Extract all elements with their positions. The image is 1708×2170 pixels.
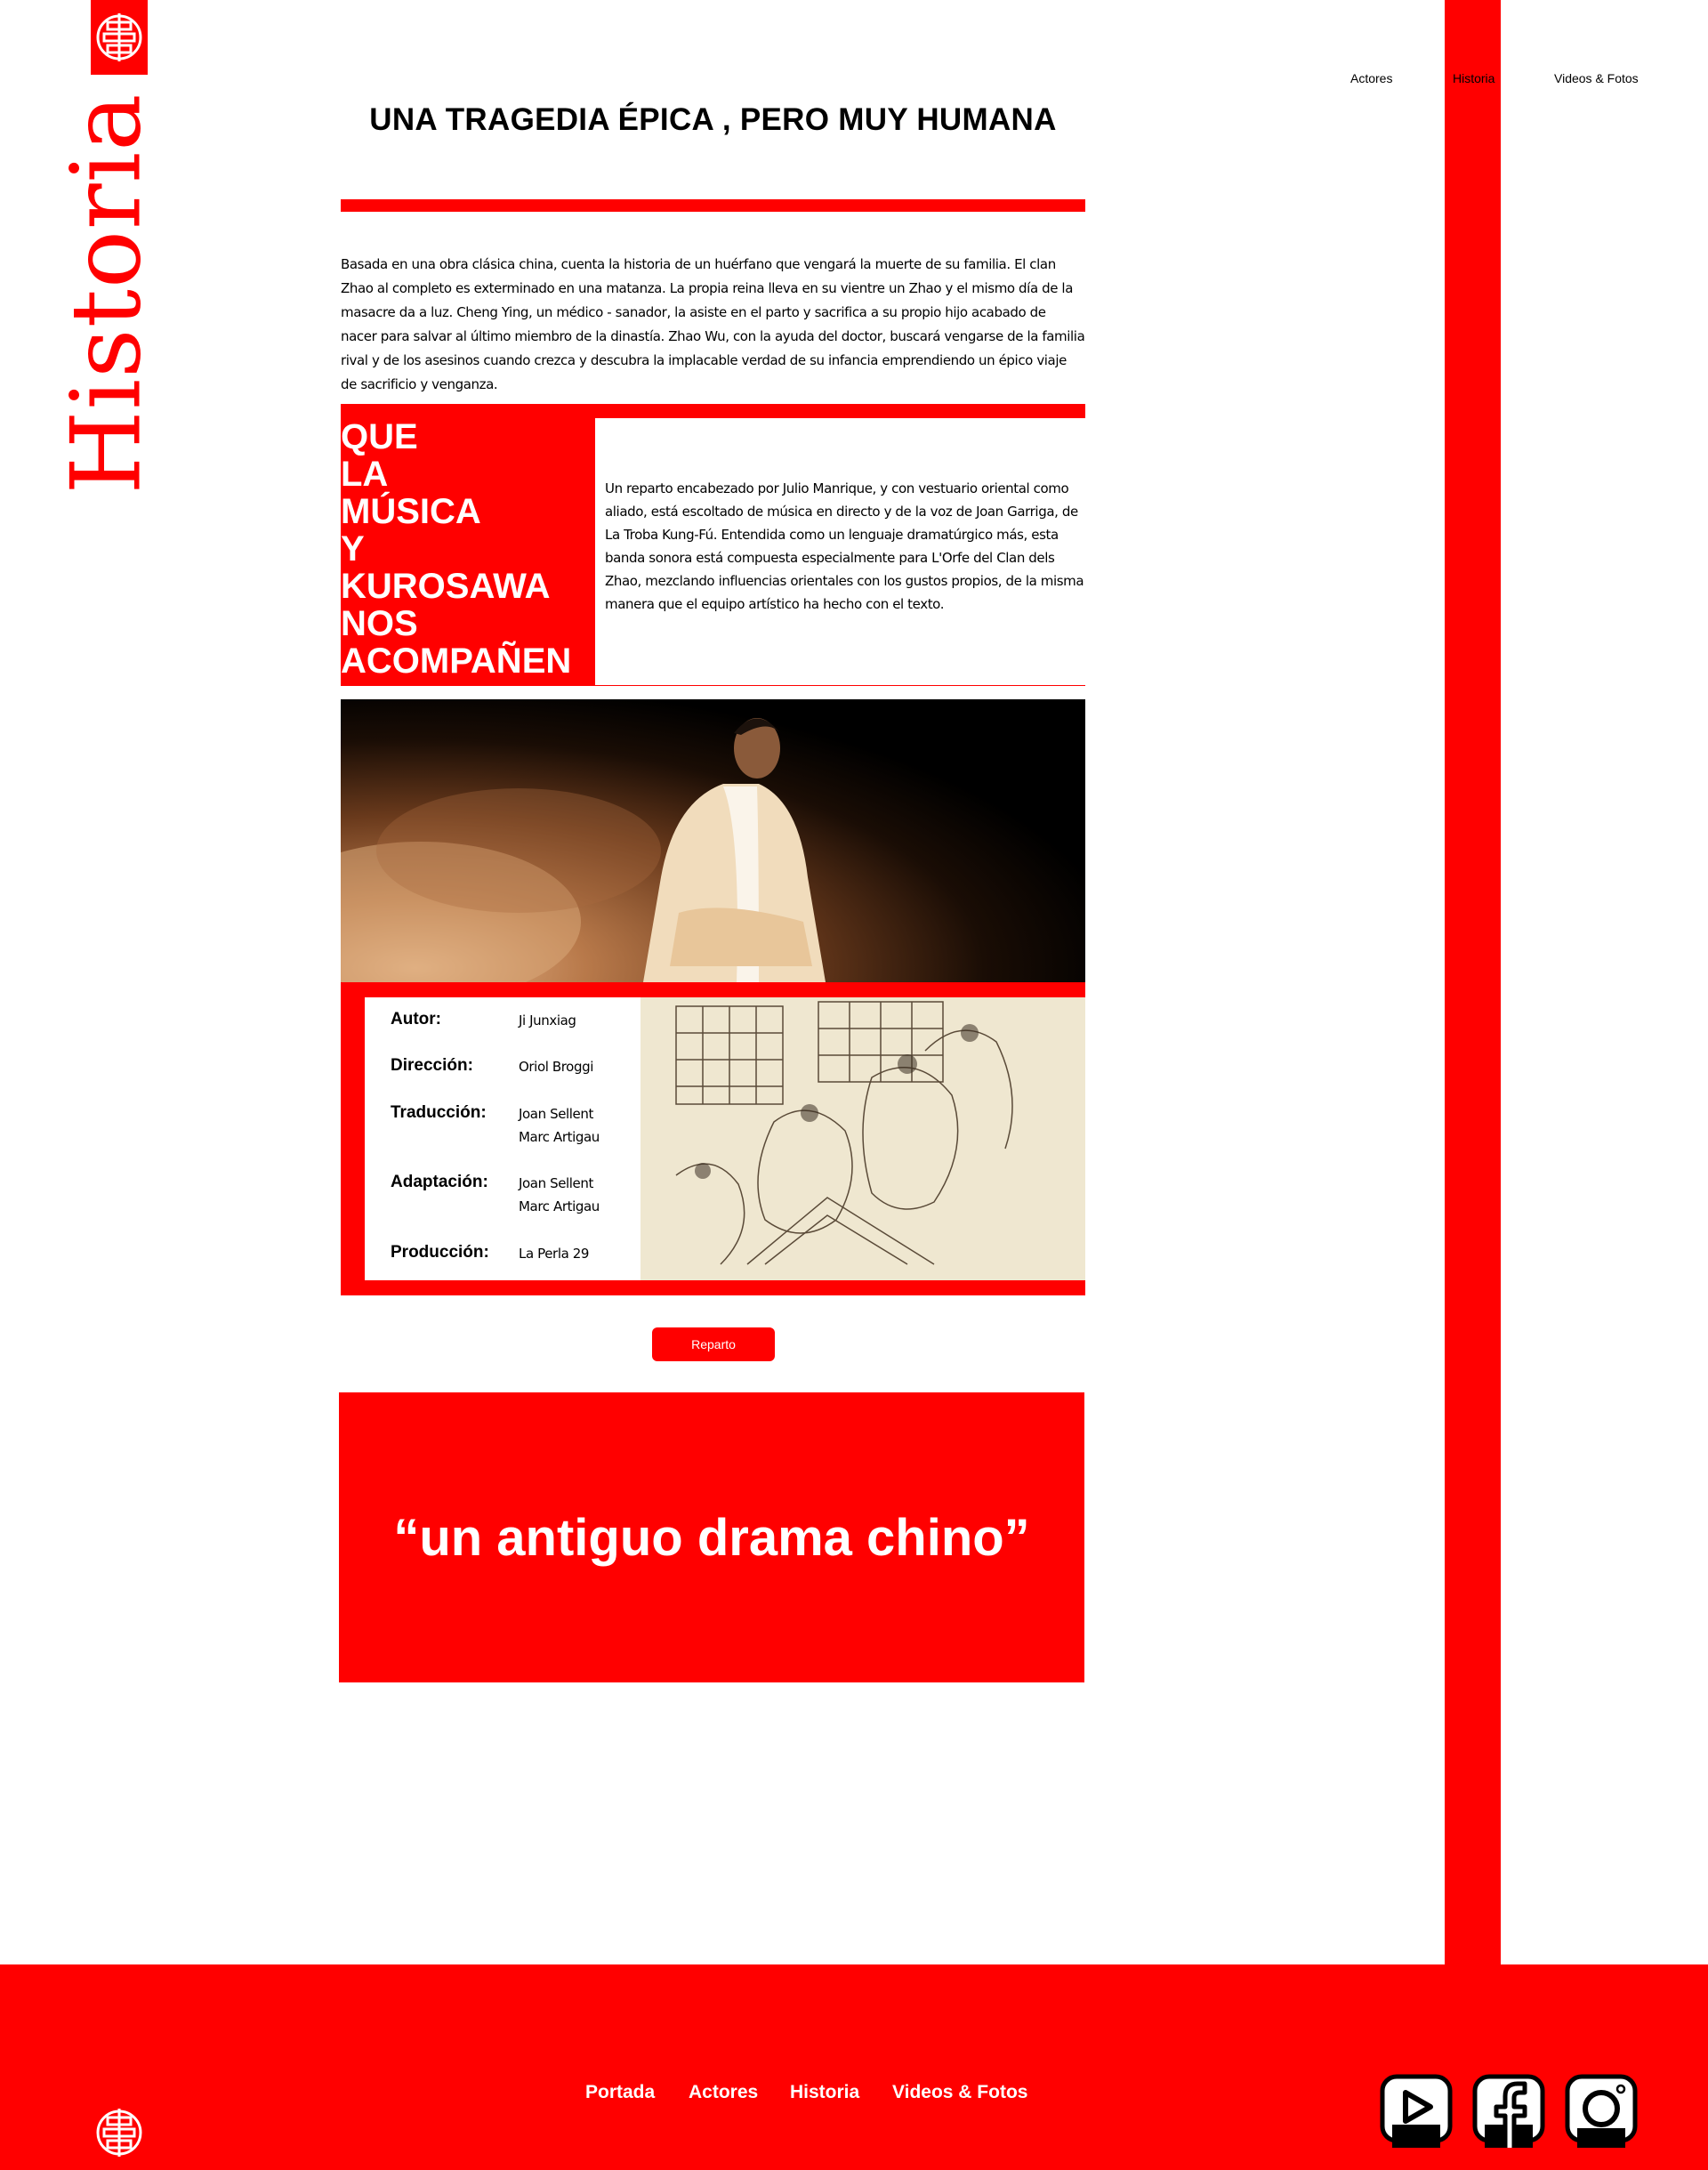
ficha-value-adaptacion-1: Joan Sellent <box>519 1175 593 1191</box>
ficha-label-traduccion: Traducción: <box>391 1103 487 1122</box>
footer-link-videos-fotos[interactable]: Videos & Fotos <box>892 2082 1027 2103</box>
instagram-icon[interactable] <box>1564 2073 1639 2148</box>
footer-link-actores[interactable]: Actores <box>689 2082 758 2103</box>
intro-paragraph: Basada en una obra clásica china, cuenta… <box>341 256 1085 392</box>
article-title: UNA TRAGEDIA ÉPICA , PERO MUY HUMANA <box>369 102 1057 137</box>
music-paragraph: Un reparto encabezado por Julio Manrique… <box>605 480 1084 612</box>
big-quote-text: “un antiguo drama chino” <box>393 1508 1030 1567</box>
big-quote-banner: “un antiguo drama chino” <box>339 1392 1084 1682</box>
red-vertical-band <box>1445 0 1501 1964</box>
shou-symbol-icon <box>96 13 142 61</box>
footer-link-historia[interactable]: Historia <box>790 2082 859 2103</box>
ficha-label-direccion: Dirección: <box>391 1056 473 1075</box>
title-divider <box>341 199 1085 212</box>
ficha-value-direccion: Oriol Broggi <box>519 1059 593 1075</box>
footer-logo[interactable] <box>91 2095 148 2170</box>
reparto-button[interactable]: Reparto <box>652 1327 775 1361</box>
footer-link-portada[interactable]: Portada <box>585 2082 655 2103</box>
facebook-icon[interactable] <box>1471 2073 1546 2148</box>
chinese-illustration <box>640 997 1085 1280</box>
nav-videos-fotos[interactable]: Videos & Fotos <box>1554 71 1639 85</box>
nav-historia[interactable]: Historia <box>1453 71 1494 85</box>
ficha-label-adaptacion: Adaptación: <box>391 1173 488 1191</box>
ficha-value-autor: Ji Junxiag <box>519 1012 576 1029</box>
ficha-value-traduccion-2: Marc Artigau <box>519 1129 600 1145</box>
pull-quote: QUE LA MÚSICA Y KUROSAWA NOS ACOMPAÑEN <box>341 417 572 681</box>
nav-actores[interactable]: Actores <box>1350 71 1392 85</box>
ficha-value-traduccion-1: Joan Sellent <box>519 1106 593 1122</box>
page-title-vertical: Historia <box>51 93 163 495</box>
ficha-value-produccion: La Perla 29 <box>519 1246 590 1262</box>
ficha-tecnica-heading: FICHA TECNICA <box>334 1014 371 1263</box>
ficha-value-adaptacion-2: Marc Artigau <box>519 1198 600 1214</box>
ficha-label-produccion: Producción: <box>391 1243 489 1262</box>
youtube-icon[interactable] <box>1379 2073 1454 2148</box>
logo[interactable] <box>91 0 148 75</box>
shou-symbol-icon <box>96 2109 142 2157</box>
stage-photo <box>341 699 1085 982</box>
ficha-label-autor: Autor: <box>391 1010 441 1029</box>
